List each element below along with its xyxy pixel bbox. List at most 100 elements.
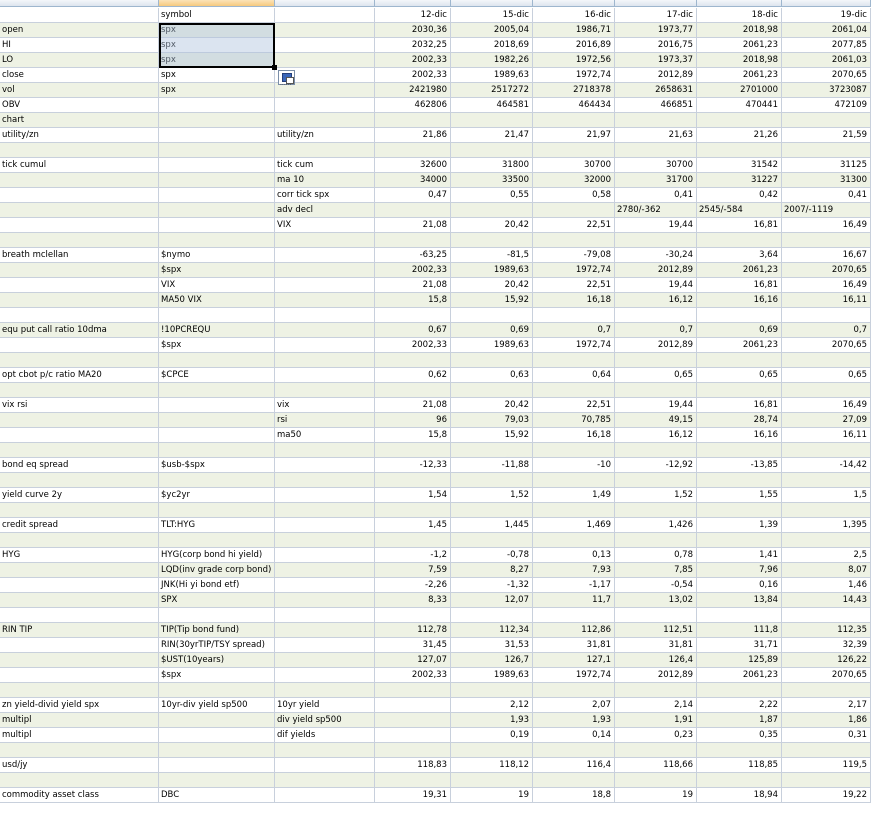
cell[interactable] bbox=[275, 653, 375, 667]
cell[interactable] bbox=[451, 773, 533, 787]
cell[interactable]: -79,08 bbox=[533, 248, 615, 262]
cell[interactable]: 3,64 bbox=[697, 248, 782, 262]
cell[interactable]: 0,31 bbox=[782, 728, 871, 742]
cell[interactable] bbox=[697, 383, 782, 397]
cell[interactable] bbox=[697, 743, 782, 757]
cell[interactable]: 18,8 bbox=[533, 788, 615, 802]
cell[interactable]: HYG(corp bond hi yield) bbox=[159, 548, 275, 562]
cell[interactable] bbox=[275, 578, 375, 592]
cell[interactable] bbox=[275, 323, 375, 337]
cell[interactable] bbox=[0, 578, 159, 592]
cell[interactable]: 16,16 bbox=[697, 428, 782, 442]
cell[interactable]: 16,81 bbox=[697, 218, 782, 232]
column-header[interactable] bbox=[782, 0, 871, 7]
cell[interactable] bbox=[375, 503, 451, 517]
cell[interactable] bbox=[159, 413, 275, 427]
cell[interactable] bbox=[0, 353, 159, 367]
cell[interactable]: 1,87 bbox=[697, 713, 782, 727]
cell[interactable]: 1,86 bbox=[782, 713, 871, 727]
cell[interactable]: 21,47 bbox=[451, 128, 533, 142]
cell[interactable]: 19-dic bbox=[782, 8, 871, 22]
cell[interactable]: 1972,74 bbox=[533, 263, 615, 277]
cell[interactable]: 112,78 bbox=[375, 623, 451, 637]
cell[interactable] bbox=[275, 293, 375, 307]
cell[interactable]: $usb-$spx bbox=[159, 458, 275, 472]
cell[interactable]: 21,08 bbox=[375, 398, 451, 412]
cell[interactable] bbox=[275, 98, 375, 112]
cell[interactable]: credit spread bbox=[0, 518, 159, 532]
cell[interactable] bbox=[275, 683, 375, 697]
cell[interactable] bbox=[159, 398, 275, 412]
cell[interactable] bbox=[533, 773, 615, 787]
cell[interactable]: 466851 bbox=[615, 98, 697, 112]
cell[interactable] bbox=[0, 263, 159, 277]
cell[interactable]: vix rsi bbox=[0, 398, 159, 412]
cell[interactable]: 2012,89 bbox=[615, 68, 697, 82]
cell[interactable]: 2545/-584 bbox=[697, 203, 782, 217]
cell[interactable]: 2070,65 bbox=[782, 338, 871, 352]
cell[interactable] bbox=[0, 668, 159, 682]
cell[interactable]: 2061,23 bbox=[697, 263, 782, 277]
cell[interactable] bbox=[0, 413, 159, 427]
cell[interactable]: !10PCREQU bbox=[159, 323, 275, 337]
cell[interactable] bbox=[782, 473, 871, 487]
cell[interactable] bbox=[533, 608, 615, 622]
cell[interactable]: breath mclellan bbox=[0, 248, 159, 262]
cell[interactable] bbox=[0, 383, 159, 397]
cell[interactable]: 2658631 bbox=[615, 83, 697, 97]
cell[interactable]: LQD(inv grade corp bond) bbox=[159, 563, 275, 577]
cell[interactable]: 1986,71 bbox=[533, 23, 615, 37]
cell[interactable]: 126,4 bbox=[615, 653, 697, 667]
cell[interactable]: 0,64 bbox=[533, 368, 615, 382]
column-header[interactable] bbox=[697, 0, 782, 7]
cell[interactable] bbox=[375, 383, 451, 397]
cell[interactable] bbox=[275, 8, 375, 22]
cell[interactable] bbox=[275, 113, 375, 127]
cell[interactable] bbox=[375, 203, 451, 217]
cell[interactable] bbox=[159, 128, 275, 142]
cell[interactable]: 31800 bbox=[451, 158, 533, 172]
cell[interactable]: 118,83 bbox=[375, 758, 451, 772]
cell[interactable]: 2061,23 bbox=[697, 68, 782, 82]
cell[interactable] bbox=[533, 143, 615, 157]
cell[interactable]: 2061,04 bbox=[782, 23, 871, 37]
cell[interactable]: 28,74 bbox=[697, 413, 782, 427]
cell[interactable] bbox=[375, 143, 451, 157]
cell[interactable]: $nymo bbox=[159, 248, 275, 262]
cell[interactable] bbox=[697, 143, 782, 157]
cell[interactable]: div yield sp500 bbox=[275, 713, 375, 727]
cell[interactable] bbox=[159, 158, 275, 172]
cell[interactable]: multipl bbox=[0, 728, 159, 742]
cell[interactable]: 2070,65 bbox=[782, 668, 871, 682]
cell[interactable] bbox=[0, 638, 159, 652]
cell[interactable]: 0,67 bbox=[375, 323, 451, 337]
cell[interactable] bbox=[0, 653, 159, 667]
cell[interactable]: 79,03 bbox=[451, 413, 533, 427]
cell[interactable] bbox=[533, 233, 615, 247]
cell[interactable] bbox=[615, 473, 697, 487]
cell[interactable] bbox=[0, 203, 159, 217]
cell[interactable]: 118,66 bbox=[615, 758, 697, 772]
cell[interactable] bbox=[0, 533, 159, 547]
cell[interactable] bbox=[159, 233, 275, 247]
cell[interactable]: 0,7 bbox=[782, 323, 871, 337]
cell[interactable]: 2030,36 bbox=[375, 23, 451, 37]
cell[interactable]: 2517272 bbox=[451, 83, 533, 97]
cell[interactable]: 0,58 bbox=[533, 188, 615, 202]
cell[interactable]: 21,86 bbox=[375, 128, 451, 142]
column-header[interactable] bbox=[275, 0, 375, 7]
cell[interactable]: 2018,98 bbox=[697, 53, 782, 67]
cell[interactable] bbox=[451, 203, 533, 217]
cell[interactable]: 10yr-div yield sp500 bbox=[159, 698, 275, 712]
cell[interactable] bbox=[159, 758, 275, 772]
cell[interactable] bbox=[697, 443, 782, 457]
cell[interactable]: 1,93 bbox=[533, 713, 615, 727]
cell[interactable]: 3723087 bbox=[782, 83, 871, 97]
cell[interactable]: 12-dic bbox=[375, 8, 451, 22]
cell[interactable]: 31700 bbox=[615, 173, 697, 187]
cell[interactable]: 1973,37 bbox=[615, 53, 697, 67]
cell[interactable]: 1,91 bbox=[615, 713, 697, 727]
cell[interactable] bbox=[275, 233, 375, 247]
cell[interactable]: 2018,69 bbox=[451, 38, 533, 52]
cell[interactable] bbox=[275, 458, 375, 472]
